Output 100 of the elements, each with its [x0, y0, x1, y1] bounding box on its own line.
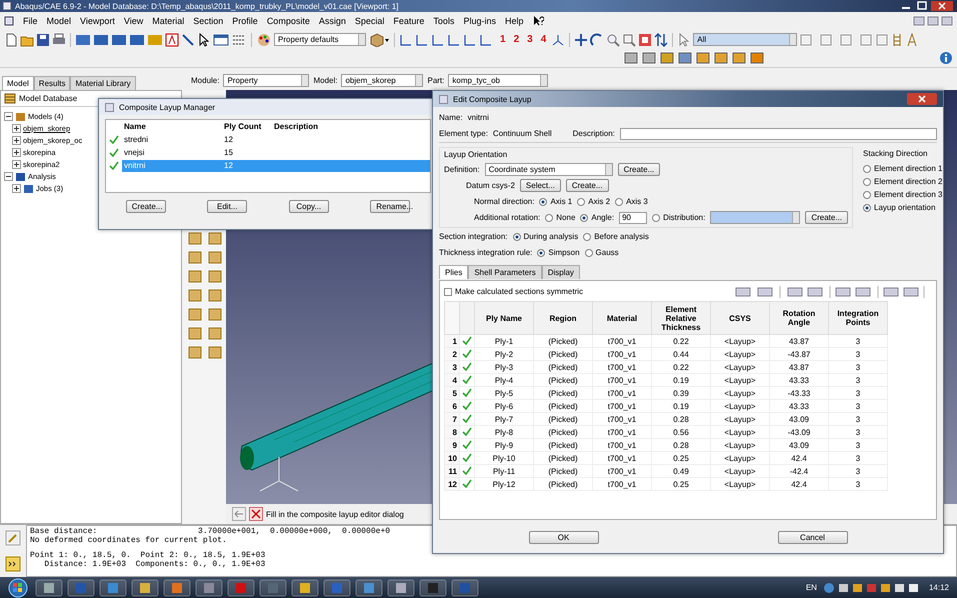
radio-button-icon[interactable] [580, 214, 588, 222]
taskbar-app-icon[interactable] [450, 578, 480, 596]
tree-tab[interactable]: Results [34, 76, 70, 90]
description-field[interactable] [620, 128, 937, 140]
layout-icon[interactable] [75, 32, 91, 46]
language-indicator[interactable]: EN [802, 583, 821, 592]
model-dropdown[interactable]: objem_skorep [341, 74, 424, 86]
display-tool-icon[interactable] [641, 51, 657, 65]
radio-option[interactable]: Gauss [584, 248, 619, 257]
zoom-box-icon[interactable] [622, 32, 636, 46]
menu-item[interactable]: Special [354, 16, 384, 26]
menu-item[interactable]: Assign [318, 16, 346, 26]
menu-item[interactable]: Plug-ins [463, 16, 496, 26]
radio-option[interactable]: Axis 1 [539, 197, 572, 206]
menu-item[interactable]: Composite [266, 16, 310, 26]
radio-button-icon[interactable] [863, 164, 872, 172]
radio-button-icon[interactable] [615, 198, 624, 206]
dialog-button[interactable]: Copy... [288, 200, 329, 213]
radio-button-icon[interactable] [863, 204, 872, 212]
pan-icon[interactable] [574, 32, 588, 46]
cancel-x-icon[interactable] [249, 507, 263, 521]
radio-button-icon[interactable] [652, 214, 660, 222]
toolbox-tool-icon[interactable] [206, 344, 224, 360]
toolbox-tool-icon[interactable] [206, 268, 224, 284]
new-document-icon[interactable] [4, 32, 18, 46]
python-prompt-icon[interactable] [5, 556, 21, 572]
viewport-number[interactable]: 1 [497, 34, 509, 45]
info-icon[interactable] [939, 51, 953, 65]
radio-option[interactable]: Element direction 3 [863, 190, 942, 199]
pointer-icon[interactable] [197, 32, 211, 46]
radio-option[interactable]: Axis 2 [577, 197, 610, 206]
display-tool-icon[interactable] [731, 51, 747, 65]
zoom-icon[interactable] [606, 32, 620, 46]
expander-icon[interactable] [12, 184, 21, 192]
menu-item[interactable]: Material [152, 16, 184, 26]
create-button[interactable]: Create... [618, 163, 660, 176]
layup-row[interactable]: vnejsi 15 [122, 146, 430, 158]
clock[interactable]: 14:12 [924, 583, 953, 592]
expander-icon[interactable] [4, 112, 13, 120]
taskbar-app-icon[interactable] [386, 578, 416, 596]
taskbar-app-icon[interactable] [34, 578, 64, 596]
layout-icon[interactable] [93, 32, 109, 46]
angle-field[interactable]: 90 [619, 212, 648, 224]
taskbar-app-icon[interactable] [194, 578, 224, 596]
viewport-number[interactable]: 4 [538, 34, 550, 45]
selection-filter-dropdown[interactable]: All [693, 33, 798, 46]
module-dropdown[interactable]: Property [223, 74, 310, 86]
toolbox-tool-icon[interactable] [186, 230, 204, 246]
expander-icon[interactable] [12, 124, 21, 132]
tree-tab[interactable]: Material Library [70, 76, 136, 90]
select-pointer-icon[interactable] [677, 32, 692, 46]
text-tool-icon[interactable] [165, 32, 179, 46]
radio-option[interactable]: None [545, 213, 576, 222]
message-area-icon[interactable] [5, 530, 21, 546]
radio-button-icon[interactable] [545, 214, 554, 222]
display-tool-icon[interactable] [749, 51, 765, 65]
expander-icon[interactable] [4, 172, 13, 180]
cube-icon[interactable] [368, 32, 390, 46]
dialog-button[interactable]: Edit... [207, 200, 248, 213]
part-dropdown[interactable]: komp_tyc_ob [448, 74, 548, 86]
radio-option[interactable]: Element direction 1 [863, 164, 942, 173]
toolbox-tool-icon[interactable] [206, 249, 224, 265]
radio-button-icon[interactable] [863, 178, 872, 186]
radio-button-icon[interactable] [863, 190, 872, 198]
close-icon[interactable] [931, 1, 953, 11]
expander-icon[interactable] [12, 148, 21, 156]
viewport-number[interactable]: 3 [524, 34, 536, 45]
taskbar-app-icon[interactable] [290, 578, 320, 596]
radio-button-icon[interactable] [537, 248, 546, 256]
tree-tab[interactable]: Model [2, 76, 34, 90]
layup-row[interactable]: stredni 12 [122, 134, 430, 146]
window-controls-icon[interactable] [913, 16, 953, 26]
fit-view-icon[interactable] [638, 32, 652, 46]
toolbox-tool-icon[interactable] [186, 249, 204, 265]
toolbox-tool-icon[interactable] [206, 325, 224, 341]
display-tool-icon[interactable] [713, 51, 729, 65]
dialog-tab[interactable]: Plies [439, 265, 468, 279]
radio-option[interactable]: Before analysis [583, 232, 649, 241]
radio-option[interactable]: Axis 3 [615, 197, 648, 206]
printer-icon[interactable] [52, 32, 66, 46]
radio-option[interactable]: Element direction 2 [863, 177, 942, 186]
close-icon[interactable] [907, 93, 937, 105]
radio-button-icon[interactable] [583, 232, 592, 240]
maximize-icon[interactable] [915, 1, 929, 11]
menu-item[interactable]: File [23, 16, 38, 26]
taskbar-app-icon[interactable] [162, 578, 192, 596]
taskbar-app-icon[interactable] [418, 578, 448, 596]
toolbox-tool-icon[interactable] [186, 344, 204, 360]
triad-icon[interactable] [551, 32, 566, 46]
rotate-icon[interactable] [590, 32, 604, 46]
toolbox-tool-icon[interactable] [186, 268, 204, 284]
layout-icon[interactable] [111, 32, 127, 46]
radio-option[interactable]: Angle: [580, 213, 614, 222]
toolbox-tool-icon[interactable] [206, 230, 224, 246]
dialog-tab[interactable]: Shell Parameters [468, 265, 542, 279]
taskbar-app-icon[interactable] [258, 578, 288, 596]
save-icon[interactable] [36, 32, 50, 46]
display-tool-icon[interactable] [659, 51, 675, 65]
menu-item[interactable]: Feature [393, 16, 424, 26]
symmetric-checkbox[interactable]: Make calculated sections symmetric [444, 287, 584, 296]
